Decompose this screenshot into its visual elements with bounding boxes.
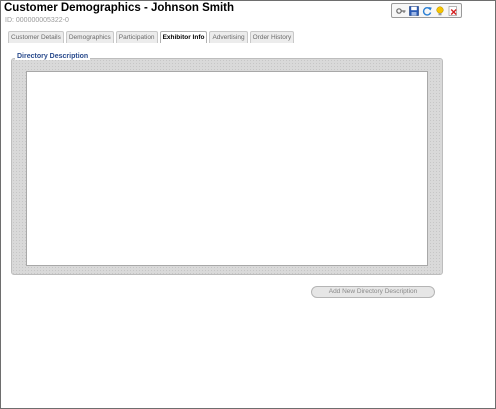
save-icon[interactable]: [408, 5, 419, 16]
tab-customer-details[interactable]: Customer Details: [8, 31, 64, 43]
record-id: ID: 000000005322-0: [5, 17, 69, 24]
lightbulb-icon[interactable]: [434, 5, 445, 16]
page-title: Customer Demographics - Johnson Smith: [4, 2, 235, 14]
tab-demographics[interactable]: Demographics: [65, 31, 114, 43]
add-directory-description-button[interactable]: Add New Directory Description: [311, 286, 435, 298]
tab-exhibitor-info[interactable]: Exhibitor Info: [159, 31, 208, 43]
tab-advertising[interactable]: Advertising: [209, 31, 248, 43]
refresh-icon[interactable]: [421, 5, 432, 16]
key-icon[interactable]: [395, 5, 406, 16]
toolbar: [391, 3, 462, 18]
close-document-icon[interactable]: [447, 5, 458, 16]
tab-bar: Customer Details Demographics Participat…: [8, 31, 295, 43]
directory-description-input[interactable]: [26, 71, 428, 266]
directory-description-legend: Directory Description: [15, 53, 91, 60]
tab-participation[interactable]: Participation: [115, 31, 158, 43]
window-frame: Customer Demographics - Johnson Smith ID…: [0, 0, 496, 409]
tab-order-history[interactable]: Order History: [249, 31, 295, 43]
